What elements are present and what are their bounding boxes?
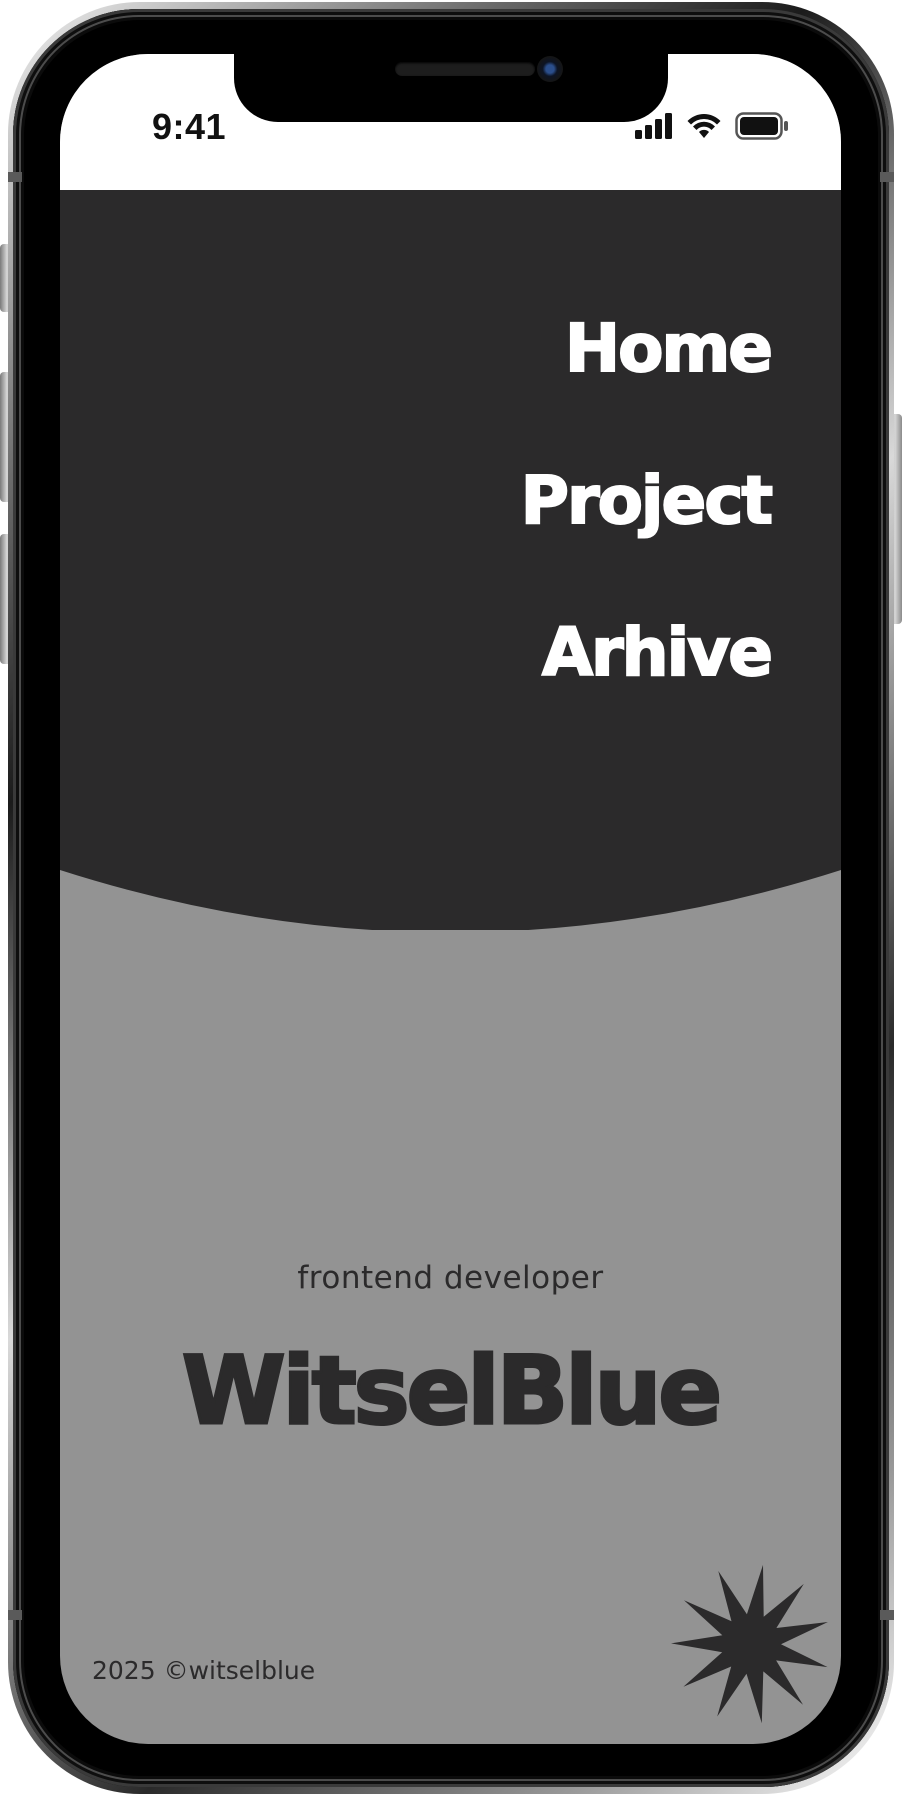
- cellular-signal-icon: [635, 113, 673, 143]
- main-nav: Home Project Arhive: [520, 315, 774, 772]
- status-bar: 9:41: [60, 54, 841, 190]
- front-camera: [537, 56, 563, 82]
- earpiece-speaker: [395, 62, 535, 76]
- notch: [234, 54, 668, 122]
- antenna-line: [8, 172, 22, 182]
- status-time: 9:41: [152, 106, 227, 147]
- starburst-icon: [671, 1564, 828, 1724]
- brand-name: WitselBlue: [180, 1337, 723, 1446]
- nav-item-project[interactable]: Project: [520, 467, 774, 535]
- nav-item-archive[interactable]: Arhive: [541, 619, 774, 687]
- status-icons: [635, 112, 789, 144]
- battery-icon: [735, 112, 789, 144]
- phone-screen: 9:41 Home Project Arhive frontend develo…: [60, 54, 841, 1744]
- device-mockup: 9:41 Home Project Arhive frontend develo…: [0, 0, 902, 1796]
- antenna-line: [8, 1610, 22, 1620]
- role-subtitle: frontend developer: [297, 1260, 604, 1296]
- nav-item-home[interactable]: Home: [564, 315, 774, 383]
- antenna-line: [880, 172, 894, 182]
- antenna-line: [880, 1610, 894, 1620]
- copyright-text: 2025 ©witselblue: [92, 1656, 316, 1685]
- wifi-icon: [687, 113, 721, 143]
